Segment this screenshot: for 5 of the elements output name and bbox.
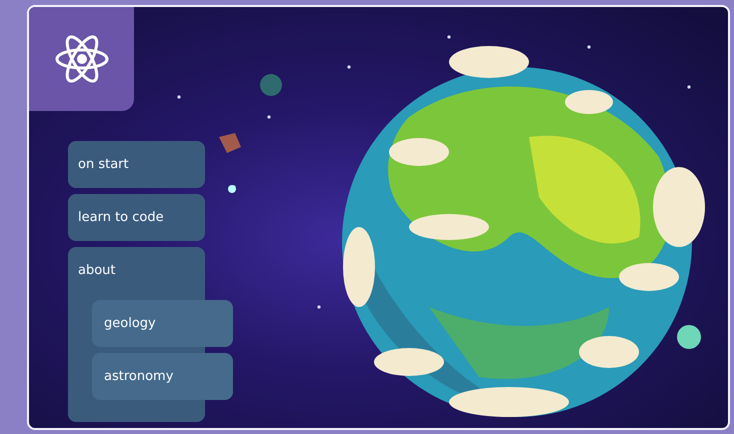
code-block-label: about (77, 262, 117, 280)
code-block[interactable]: geology (92, 300, 233, 347)
code-block[interactable]: on start (68, 141, 205, 188)
code-block[interactable]: learn to code (68, 194, 205, 241)
code-block[interactable]: astronomy (92, 353, 233, 400)
